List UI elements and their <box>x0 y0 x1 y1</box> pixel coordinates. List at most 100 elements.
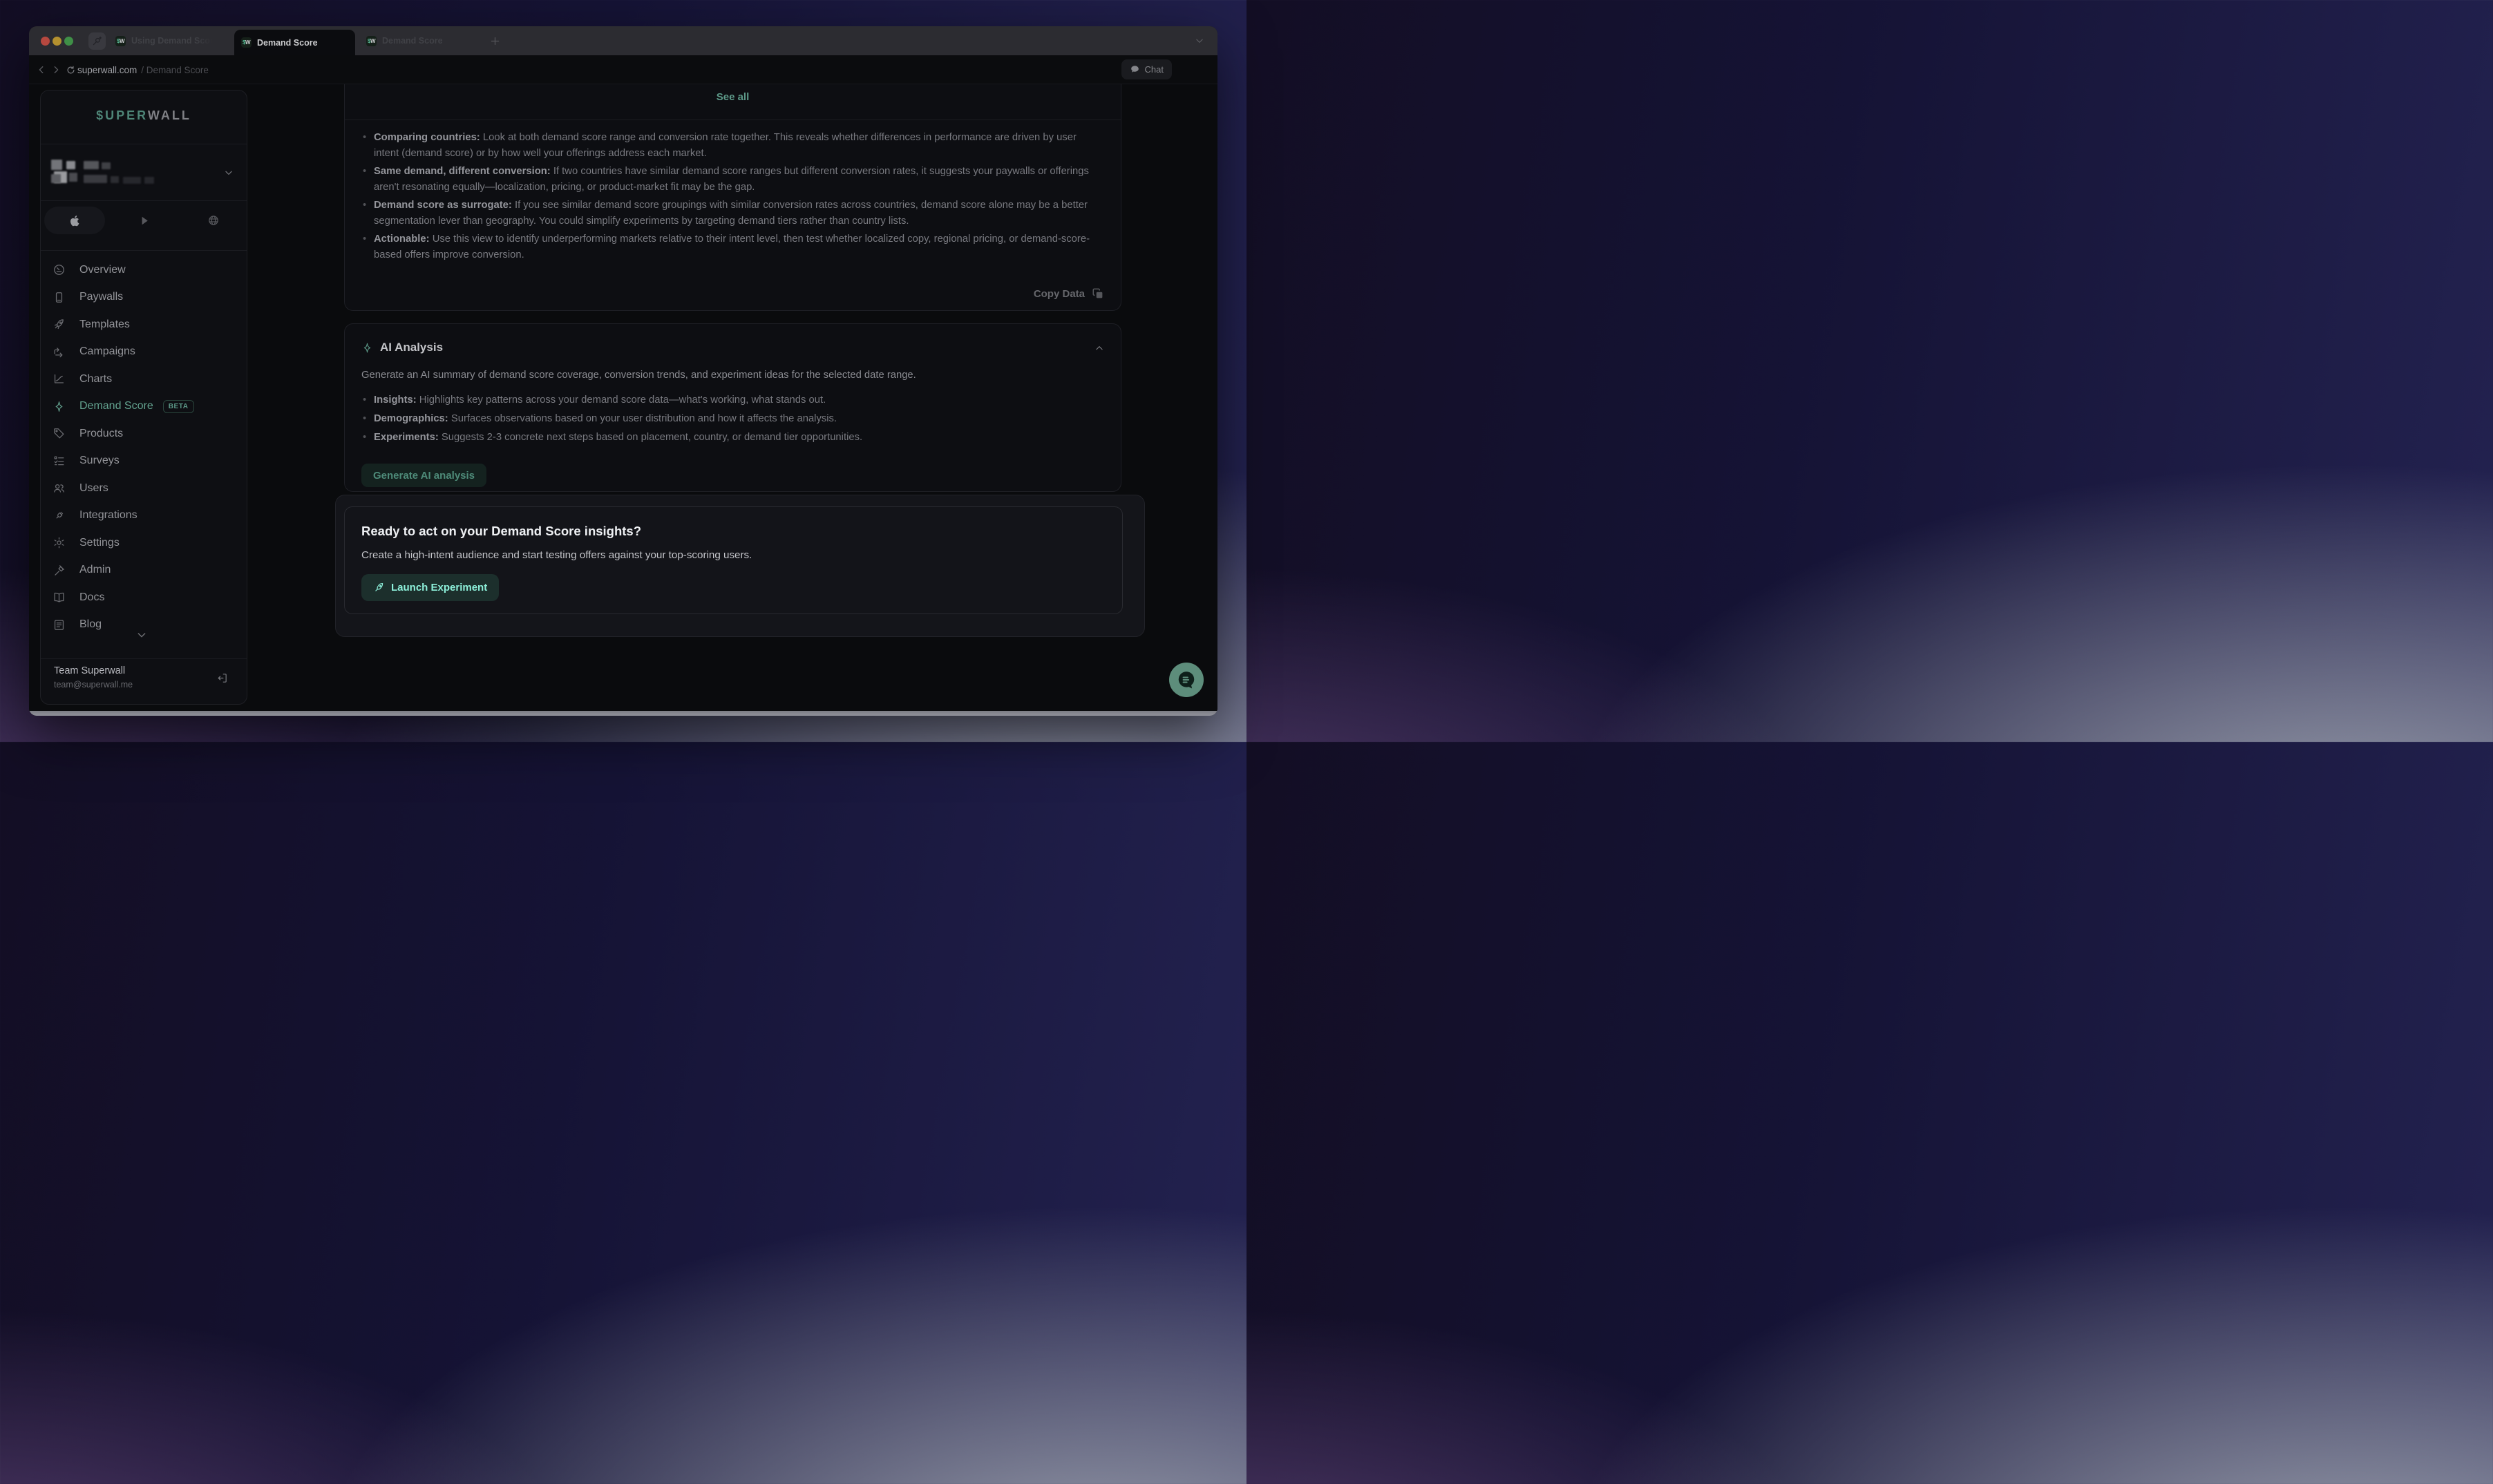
sidebar-item-label: Blog <box>79 618 102 631</box>
pin-tab-button[interactable] <box>88 32 106 50</box>
workspace-selector[interactable] <box>41 153 247 193</box>
platform-web-button[interactable] <box>200 207 227 234</box>
tab-strip: $W Using Demand Score in $W Demand Score… <box>29 26 1217 55</box>
sidebar-expand-button[interactable] <box>133 627 150 643</box>
sidebar-item-label: Users <box>79 482 108 495</box>
book-icon <box>53 591 66 604</box>
traffic-light-zoom[interactable] <box>64 37 73 46</box>
see-all-link[interactable]: See all <box>345 91 1121 103</box>
campaign-arrow-icon <box>53 345 66 359</box>
url-bar[interactable]: superwall.com / Demand Score <box>77 55 209 84</box>
sparkle-icon <box>53 400 66 413</box>
sparkle-icon <box>361 342 373 354</box>
sidebar-item-campaigns[interactable]: Campaigns <box>41 339 247 366</box>
divider <box>41 658 247 659</box>
play-store-icon <box>139 215 151 227</box>
newspaper-icon <box>53 618 66 631</box>
tab-title: Demand Score <box>257 38 318 48</box>
sidebar-nav: Overview Paywalls Templates Campaigns Ch… <box>41 256 247 638</box>
globe-icon <box>207 214 220 227</box>
traffic-light-minimize[interactable] <box>53 37 61 46</box>
beta-badge: BETA <box>163 400 194 413</box>
tab-demand-score-active[interactable]: $W Demand Score <box>234 30 355 55</box>
plug-icon <box>53 509 66 522</box>
sidebar-item-label: Demand Score <box>79 400 153 412</box>
cta-overlay-panel: Ready to act on your Demand Score insigh… <box>335 495 1145 637</box>
sidebar-item-label: Charts <box>79 373 112 386</box>
sidebar-item-integrations[interactable]: Integrations <box>41 502 247 530</box>
launch-experiment-button[interactable]: Launch Experiment <box>361 574 499 601</box>
sidebar-item-label: Integrations <box>79 509 138 522</box>
new-tab-button[interactable] <box>486 32 503 49</box>
reload-button[interactable] <box>62 61 79 78</box>
rocket-icon <box>373 582 385 593</box>
bullet-item: Demand score as surrogate: If you see si… <box>361 198 1104 229</box>
sign-out-icon <box>216 672 228 684</box>
launch-experiment-label: Launch Experiment <box>391 582 487 593</box>
sidebar-item-docs[interactable]: Docs <box>41 584 247 611</box>
sign-out-button[interactable] <box>214 669 230 686</box>
reload-icon <box>66 65 76 75</box>
insights-bullet-list: Comparing countries: Look at both demand… <box>361 130 1104 265</box>
browser-toolbar: superwall.com / Demand Score Chat <box>29 55 1217 84</box>
sidebar-item-label: Surveys <box>79 455 120 467</box>
users-icon <box>53 482 66 495</box>
chat-button[interactable]: Chat <box>1121 59 1172 79</box>
chat-fab-button[interactable] <box>1169 663 1204 697</box>
superwall-favicon: $W <box>241 37 252 48</box>
copy-data-label: Copy Data <box>1034 288 1085 300</box>
cta-title: Ready to act on your Demand Score insigh… <box>361 524 641 539</box>
chevron-up-icon <box>1094 343 1104 353</box>
copy-icon <box>1092 287 1104 300</box>
account-name: Team Superwall <box>54 665 125 676</box>
sidebar-item-label: Overview <box>79 264 126 276</box>
hammer-icon <box>53 564 66 577</box>
tab-overview-button[interactable] <box>1191 32 1208 49</box>
tab-using-demand-score[interactable]: $W Using Demand Score in <box>108 26 220 55</box>
bullet-item: Comparing countries: Look at both demand… <box>361 130 1104 162</box>
chevron-down-icon <box>136 629 147 640</box>
copy-data-button[interactable]: Copy Data <box>1034 287 1104 300</box>
divider <box>41 200 247 201</box>
chevron-left-icon <box>37 65 46 75</box>
chat-bubble-icon <box>1176 669 1197 690</box>
ai-analysis-header: AI Analysis <box>361 341 443 354</box>
divider <box>41 250 247 251</box>
tab-demand-score-2[interactable]: $W Demand Score <box>359 26 450 55</box>
pin-icon <box>92 36 102 46</box>
sidebar-item-overview[interactable]: Overview <box>41 256 247 284</box>
sidebar: $UPERWALL <box>40 90 247 705</box>
superwall-logo: $UPERWALL <box>41 108 247 123</box>
chevron-right-icon <box>51 65 61 75</box>
superwall-favicon: $W <box>366 36 377 46</box>
chat-label: Chat <box>1145 64 1164 75</box>
collapse-button[interactable] <box>1092 341 1107 356</box>
sidebar-item-paywalls[interactable]: Paywalls <box>41 284 247 312</box>
sidebar-item-label: Products <box>79 428 123 440</box>
bullet-item: Same demand, different conversion: If tw… <box>361 164 1104 196</box>
platform-android-button[interactable] <box>131 207 158 234</box>
sidebar-item-products[interactable]: Products <box>41 420 247 448</box>
ai-analysis-title: AI Analysis <box>380 341 443 354</box>
sidebar-item-charts[interactable]: Charts <box>41 365 247 393</box>
sidebar-item-templates[interactable]: Templates <box>41 311 247 339</box>
sidebar-item-settings[interactable]: Settings <box>41 529 247 557</box>
sidebar-item-label: Templates <box>79 318 130 331</box>
cta-body: Create a high-intent audience and start … <box>361 549 752 561</box>
sidebar-item-users[interactable]: Users <box>41 475 247 502</box>
traffic-light-close[interactable] <box>41 37 50 46</box>
sidebar-item-surveys[interactable]: Surveys <box>41 448 247 475</box>
account-email: team@superwall.me <box>54 680 133 689</box>
url-domain: superwall.com <box>77 65 137 75</box>
sidebar-item-admin[interactable]: Admin <box>41 557 247 584</box>
browser-window: $W Using Demand Score in $W Demand Score… <box>29 26 1217 716</box>
sidebar-item-label: Settings <box>79 537 120 549</box>
platform-ios-button[interactable] <box>44 207 105 234</box>
rocket-icon <box>53 318 66 331</box>
sidebar-item-demand-score[interactable]: Demand Score BETA <box>41 393 247 421</box>
cta-card: Ready to act on your Demand Score insigh… <box>344 506 1123 614</box>
page-content: $UPERWALL <box>29 84 1217 711</box>
generate-ai-analysis-button[interactable]: Generate AI analysis <box>361 464 486 487</box>
overview-icon <box>53 263 66 276</box>
tag-icon <box>53 427 66 440</box>
